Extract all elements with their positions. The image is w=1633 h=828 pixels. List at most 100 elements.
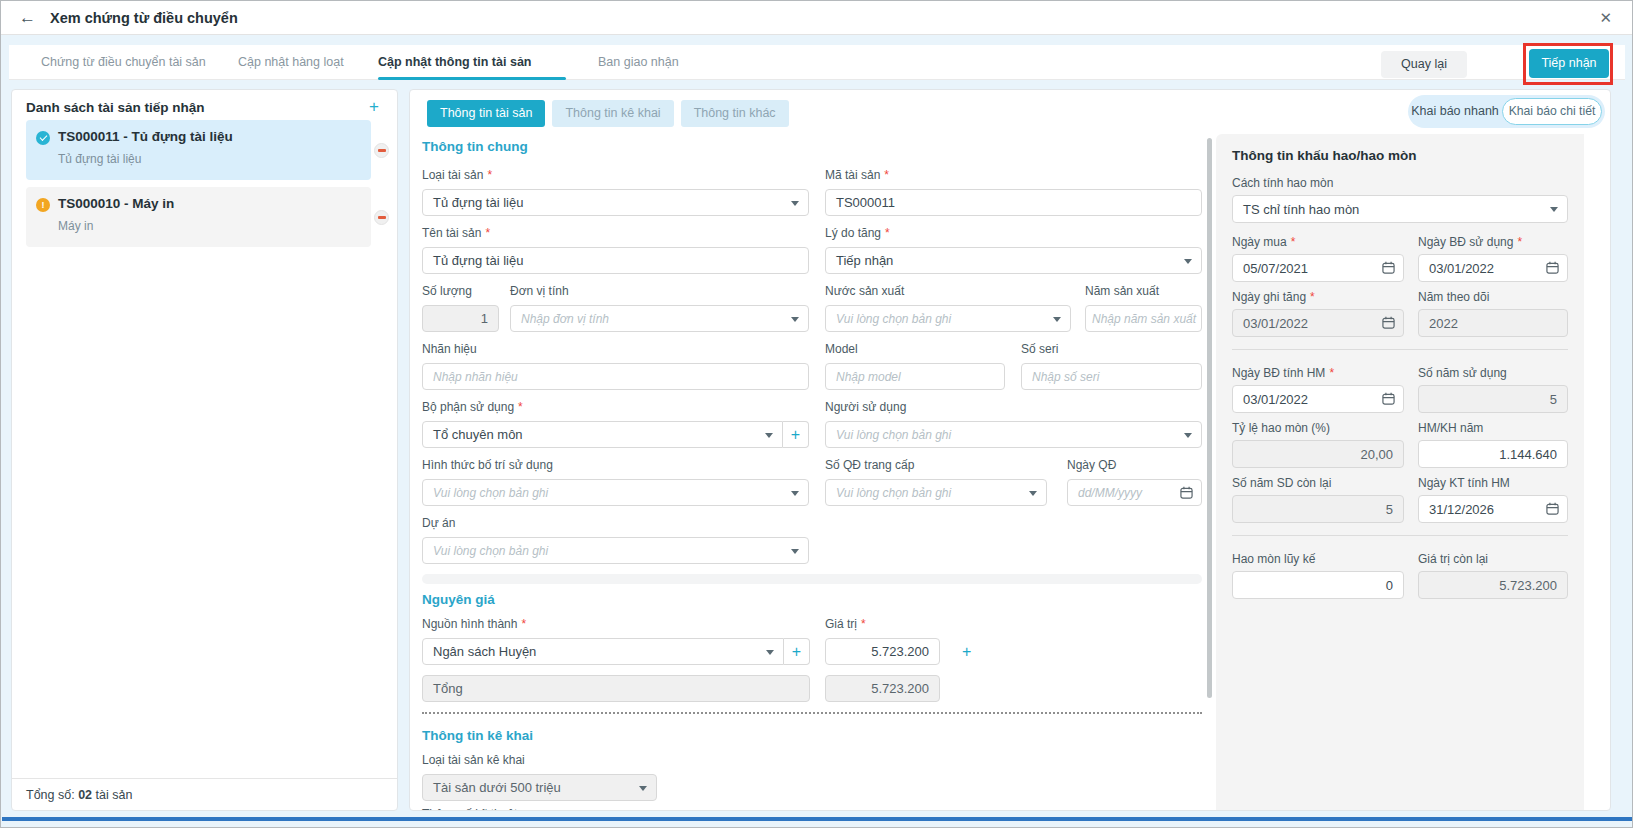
hinh-thuc-bo-tri-select[interactable]: Vui lòng chọn bản ghi [422,479,809,506]
chevron-down-icon [791,549,799,554]
don-vi-tinh-select[interactable]: Nhập đơn vị tính [510,305,809,332]
chevron-down-icon [791,201,799,206]
hm-kh-nam-input[interactable]: 1.144.640 [1418,440,1568,468]
declare-mode-toggle: Khai báo nhanh Khai báo chi tiết [1408,95,1605,128]
add-gia-tri-icon[interactable]: + [962,638,971,665]
so-qd-trang-cap-select[interactable]: Vui lòng chọn bản ghi [825,479,1047,506]
calendar-icon[interactable] [1382,392,1395,408]
tab-ban-giao-nhan[interactable]: Ban giao nhận [598,45,679,80]
back-button[interactable]: Quay lại [1381,51,1467,78]
asset-list-item[interactable]: ! TS000010 - Máy in Máy in [26,187,371,247]
asset-list-item[interactable]: TS000011 - Tủ đựng tài liệu Tủ đựng tài … [26,120,371,180]
asset-list-title: Danh sách tài sản tiếp nhận [26,100,205,115]
hao-mon-luy-ke-input[interactable]: 0 [1232,571,1404,599]
chevron-down-icon [639,786,647,791]
nhan-hieu-input[interactable]: Nhập nhãn hiệu [422,363,809,390]
calendar-icon[interactable] [1382,261,1395,277]
ten-tai-san-input[interactable]: Tủ đựng tài liệu [422,247,809,274]
nam-san-xuat-input[interactable]: Nhập năm sản xuất [1085,305,1202,332]
calendar-icon [1382,316,1395,332]
nguon-hinh-thanh-select[interactable]: Ngân sách Huyện [422,638,784,665]
dotted-divider [422,712,1202,714]
section-thong-tin-chung: Thông tin chung [422,139,1202,154]
asset-subtitle: Máy in [58,219,93,233]
so-nam-sd-con-lai-input: 5 [1232,495,1404,523]
asset-form: Thông tin chung Loại tài sản* Tủ đựng tà… [422,134,1202,811]
field-so-luong: Số lượng 1 [422,284,499,332]
pill-tab-thong-tin-tai-san[interactable]: Thông tin tài sản [427,100,545,127]
field-don-vi-tinh: Đơn vị tính Nhập đơn vị tính [510,284,809,332]
tong-label-input: Tổng [422,675,810,702]
add-nguon-icon[interactable]: + [784,638,810,665]
field-model: Model Nhập model [825,342,1005,390]
horizontal-scrollbar[interactable] [422,574,1202,584]
ngay-bd-su-dung-date-input[interactable]: 03/01/2022 [1418,254,1568,282]
declare-detail-option[interactable]: Khai báo chi tiết [1502,98,1602,125]
pill-tab-thong-tin-ke-khai[interactable]: Thông tin kê khai [552,100,673,127]
field-hm-kh-nam: HM/KH năm 1.144.640 [1418,421,1568,468]
loai-tai-san-select[interactable]: Tủ đựng tài liệu [422,189,809,216]
add-gia-tri: + [940,617,971,665]
add-asset-icon[interactable]: + [369,97,379,117]
asset-title: TS000010 - Máy in [58,196,174,211]
so-luong-input: 1 [422,305,499,332]
tab-cap-nhat-thong-tin[interactable]: Cập nhật thông tin tài sản [378,45,531,80]
tab-bar: Chứng từ điều chuyển tài sản Cập nhật hà… [9,45,1625,80]
vertical-scrollbar[interactable] [1207,138,1212,698]
ly-do-tang-select[interactable]: Tiếp nhận [825,247,1202,274]
field-thong-so-ky-thuat: Thông số kỹ thuật [422,807,1017,811]
field-so-seri: Số seri Nhập số seri [1021,342,1202,390]
ngay-qd-date-input[interactable]: dd/MM/yyyy [1067,479,1202,506]
chevron-down-icon [791,491,799,496]
bo-phan-su-dung-select[interactable]: Tổ chuyên môn [422,421,783,448]
gia-tri-input[interactable]: 5.723.200 [825,638,940,665]
calendar-icon[interactable] [1180,486,1193,502]
field-ngay-qd: Ngày QĐ dd/MM/yyyy [1067,458,1202,506]
calendar-icon[interactable] [1546,261,1559,277]
field-ly-do-tang: Lý do tăng* Tiếp nhận [825,226,1202,274]
field-nhan-hieu: Nhãn hiệu Nhập nhãn hiệu [422,342,809,390]
field-nam-san-xuat: Năm sản xuất Nhập năm sản xuất [1085,284,1202,332]
remove-asset-icon[interactable] [374,210,389,225]
remove-asset-icon[interactable] [374,143,389,158]
tab-cap-nhat-hang-loat[interactable]: Cập nhật hàng loạt [238,45,344,80]
page-title: Xem chứng từ điều chuyển [50,10,238,26]
field-so-nam-sd-con-lai: Số năm SD còn lại 5 [1232,476,1404,523]
chevron-down-icon [1029,491,1037,496]
bottom-scrollbar[interactable] [2,817,1632,821]
field-hinh-thuc-bo-tri: Hình thức bố trí sử dụng Vui lòng chọn b… [422,458,809,506]
add-bo-phan-icon[interactable]: + [783,421,809,448]
nuoc-san-xuat-select[interactable]: Vui lòng chọn bản ghi [825,305,1071,332]
title-bar: ← Xem chứng từ điều chuyển ✕ [1,1,1632,35]
field-ngay-kt-tinh-hm: Ngày KT tính HM 31/12/2026 [1418,476,1568,523]
ma-tai-san-input[interactable]: TS000011 [825,189,1202,216]
calendar-icon[interactable] [1546,502,1559,518]
ngay-mua-date-input[interactable]: 05/07/2021 [1232,254,1404,282]
declare-quick-option[interactable]: Khai báo nhanh [1408,95,1502,128]
so-seri-input[interactable]: Nhập số seri [1021,363,1202,390]
chevron-down-icon [1184,259,1192,264]
tab-chung-tu[interactable]: Chứng từ điều chuyển tài sản [41,45,206,80]
nam-theo-doi-input: 2022 [1418,309,1568,337]
nguoi-su-dung-select[interactable]: Vui lòng chọn bản ghi [825,421,1202,448]
asset-title: TS000011 - Tủ đựng tài liệu [58,129,233,144]
field-gia-tri: Giá trị* 5.723.200 [825,617,940,665]
section-nguyen-gia: Nguyên giá [422,592,1202,607]
tong-value-input: 5.723.200 [825,675,940,702]
field-ngay-bd-tinh-hm: Ngày BĐ tính HM* 03/01/2022 [1232,366,1404,413]
cach-tinh-hao-mon-select[interactable]: TS chỉ tính hao mòn [1232,195,1568,223]
field-du-an: Dự án Vui lòng chọn bản ghi [422,516,809,564]
model-input[interactable]: Nhập model [825,363,1005,390]
asset-subtitle: Tủ đựng tài liệu [58,152,141,166]
field-ngay-mua: Ngày mua* 05/07/2021 [1232,235,1404,282]
close-icon[interactable]: ✕ [1599,9,1612,27]
back-arrow-icon[interactable]: ← [19,8,36,28]
section-thong-tin-ke-khai: Thông tin kê khai [422,728,1202,743]
asset-list-panel: Danh sách tài sản tiếp nhận + TS000011 -… [11,89,398,811]
chevron-down-icon [1053,317,1061,322]
ngay-bd-tinh-hm-date-input[interactable]: 03/01/2022 [1232,385,1404,413]
ngay-kt-tinh-hm-date-input[interactable]: 31/12/2026 [1418,495,1568,523]
pill-tab-thong-tin-khac[interactable]: Thông tin khác [681,100,789,127]
field-nguon-hinh-thanh: Nguồn hình thành* Ngân sách Huyện + [422,617,810,665]
du-an-select[interactable]: Vui lòng chọn bản ghi [422,537,809,564]
